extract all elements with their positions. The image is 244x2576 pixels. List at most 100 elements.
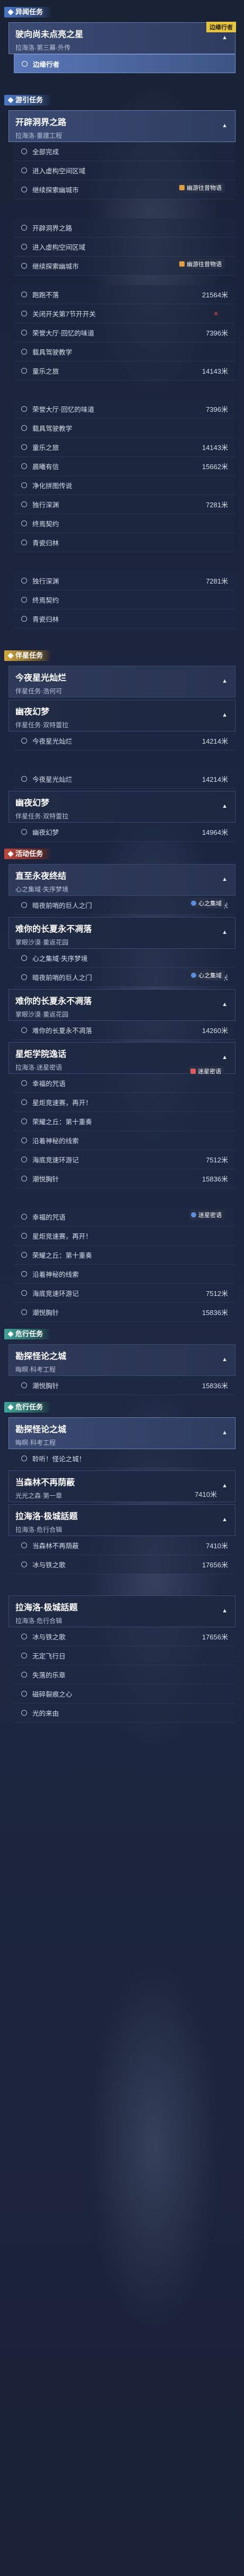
task-item[interactable]: 当森林不再荫蔽 7410米 <box>14 1536 236 1555</box>
mission-card[interactable]: 幽夜幻梦 伴星任务·双特蕾拉 ▲ <box>8 791 236 823</box>
mission-card[interactable]: 勘探怪论之城 晦暝·科考工程 ▲ <box>8 1344 236 1376</box>
task-item[interactable]: 继续探索幽城市 幽游往昔物语 <box>14 257 236 276</box>
chevron-up-icon[interactable]: ▲ <box>222 712 228 718</box>
task-item[interactable]: 跑跑不落 21564米 <box>14 285 236 304</box>
task-item[interactable]: 开辟洞界之路 <box>14 218 236 237</box>
task-item[interactable]: 童乐之旅 14143米 <box>14 438 236 457</box>
close-icon[interactable]: ✕ <box>213 310 219 317</box>
mission-card[interactable]: 开辟洞界之路 拉海洛·重建工程 ▲ <box>8 110 236 142</box>
task-item[interactable]: 心之集域·失序梦境 <box>14 949 236 968</box>
chevron-up-icon[interactable]: ▲ <box>222 1001 228 1008</box>
task-item[interactable]: 童乐之旅 14143米 <box>14 361 236 381</box>
task-item[interactable]: 终焉契约 <box>14 590 236 610</box>
task-item[interactable]: 无定飞行日 <box>14 1646 236 1665</box>
mission-card[interactable]: 星炬学院逸话 拉海洛·迷星密语 ▲ 迷星密语 <box>8 1042 236 1077</box>
mission-card[interactable]: 拉海洛·极城話题 拉海洛·危行合辑 ▲ <box>8 1504 236 1536</box>
task-label: 继续探索幽城市 <box>32 187 79 194</box>
circle-icon <box>21 1562 27 1567</box>
mission-card[interactable]: 当森林不再荫蔽 光光之森·第一章 ▲ 7410米 <box>8 1470 236 1502</box>
task-item[interactable]: 海底竞速环游记 7512米 <box>14 1150 236 1169</box>
task-item[interactable]: 净化拼图传说 <box>14 476 236 495</box>
mission-card[interactable]: 拉海洛·极城話题 拉海洛·危行合辑 ▲ <box>8 1595 236 1627</box>
mission-card[interactable]: 直至永夜终结 心之集域·失序梦境 ▲ <box>8 864 236 896</box>
circle-icon <box>21 244 27 250</box>
circle-icon <box>21 1382 27 1388</box>
chevron-up-icon[interactable]: ▲ <box>222 1430 228 1436</box>
task-item[interactable]: 星炬竞速赛，再开！ <box>14 1093 236 1112</box>
chevron-up-icon[interactable]: ▲ <box>222 1356 228 1363</box>
task-item[interactable]: 难你的长夏永不凋落 14260米 <box>14 1021 236 1040</box>
task-item[interactable]: 进入虚构空间区域 <box>14 237 236 257</box>
task-item[interactable]: 聆听！怪论之城！ <box>14 1449 236 1468</box>
task-label: 星炬竞速赛，再开！ <box>32 1233 92 1240</box>
task-item[interactable]: 冰与铁之歌 17656米 <box>14 1555 236 1574</box>
mission-title: 当森林不再荫蔽 <box>15 1478 75 1487</box>
chevron-up-icon[interactable]: ▲ <box>222 876 228 883</box>
task-item[interactable]: 沿着神秘的线索 <box>14 1265 236 1284</box>
chevron-up-icon[interactable]: ▲ <box>222 678 228 684</box>
task-item[interactable]: 终焉契约 <box>14 514 236 533</box>
task-item[interactable]: 青瓷归林 <box>14 610 236 629</box>
mission-card[interactable]: 驶向尚未点亮之星 拉海洛·第三幕·外传 ▲ 边缘行者 <box>8 22 236 54</box>
task-item[interactable]: 潮悦胸针 15836米 <box>14 1169 236 1188</box>
circle-icon <box>21 829 27 835</box>
circle-icon <box>21 330 27 336</box>
task-item[interactable]: 光的来由 <box>14 1704 236 1723</box>
circle-icon <box>21 368 27 374</box>
task-label: 进入虚构空间区域 <box>32 244 86 251</box>
task-label: 暗夜前哨的巨人之门 <box>32 902 92 910</box>
task-item[interactable]: 边缘行者 <box>14 54 236 73</box>
task-item[interactable]: 全部完成 <box>14 142 236 161</box>
task-label: 终焉契约 <box>32 597 59 604</box>
chevron-up-icon[interactable]: ▲ <box>222 122 228 129</box>
task-item[interactable]: 磁碎裂痕之心 <box>14 1684 236 1704</box>
task-item[interactable]: 独行深渊 7281米 <box>14 495 236 514</box>
task-item[interactable]: 载具驾驶教学 <box>14 342 236 361</box>
task-label: 潮悦胸针 <box>32 1176 59 1183</box>
task-item[interactable]: 青瓷归林 <box>14 533 236 552</box>
task-item[interactable]: 继续探索幽城市 幽游往昔物语 <box>14 180 236 199</box>
task-item[interactable]: 潮悦胸针 15836米 <box>14 1376 236 1395</box>
task-item[interactable]: 幸福的咒语 迷星密语 <box>14 1207 236 1227</box>
task-item[interactable]: 暗夜前哨的巨人之门9064米心之集域 <box>14 968 236 987</box>
chevron-up-icon[interactable]: ▲ <box>222 1516 228 1523</box>
chevron-up-icon[interactable]: ▲ <box>222 34 228 41</box>
chevron-up-icon[interactable]: ▲ <box>222 803 228 809</box>
task-item[interactable]: 荣耀之丘：第十重奏 <box>14 1246 236 1265</box>
chevron-up-icon[interactable]: ▲ <box>222 1054 228 1061</box>
mission-card[interactable]: 难你的长夏永不凋落 掌眼沙漠·重返花园 ▲ <box>8 917 236 949</box>
mission-card[interactable]: 今夜星光灿烂 伴星任务·浩何可 ▲ <box>8 666 236 698</box>
task-item[interactable]: 冰与铁之歌 17656米 <box>14 1627 236 1646</box>
task-item[interactable]: 独行深渊 7281米 <box>14 571 236 590</box>
task-item[interactable]: 潮悦胸针 15836米 <box>14 1303 236 1322</box>
mission-card[interactable]: 勘探怪论之城 晦暝·科考工程 ▲ <box>8 1417 236 1449</box>
chevron-up-icon[interactable]: ▲ <box>222 1483 228 1489</box>
task-item[interactable]: 荣誉大厅·回忆的味道 7396米 <box>14 400 236 419</box>
task-distance: 14143米 <box>202 444 228 452</box>
task-item[interactable]: 海底竞速环游记 7512米 <box>14 1284 236 1303</box>
task-item[interactable]: 荣誉大厅·回忆的味道 7396米 <box>14 323 236 342</box>
task-item[interactable]: 今夜星光灿烂 14214米 <box>14 770 236 789</box>
chevron-up-icon[interactable]: ▲ <box>222 929 228 936</box>
section-tag: 异闻任务 <box>4 7 52 17</box>
task-item[interactable]: 荣耀之丘：第十重奏 <box>14 1112 236 1131</box>
task-item[interactable]: 星炬竞速赛，再开！ <box>14 1227 236 1246</box>
task-item[interactable]: 暗夜前哨的巨人之门9064米心之集域 <box>14 896 236 915</box>
task-item[interactable]: 沿着神秘的线索 <box>14 1131 236 1150</box>
task-item[interactable]: 今夜星光灿烂 14214米 <box>14 731 236 751</box>
mission-card[interactable]: 幽夜幻梦 伴星任务·双特蕾拉 ▲ <box>8 700 236 731</box>
task-label: 独行深渊 <box>32 578 59 585</box>
task-item[interactable]: 载具驾驶教学 <box>14 419 236 438</box>
mission-card[interactable]: 难你的长夏永不凋落 掌眼沙漠·重返花园 ▲ <box>8 989 236 1021</box>
task-item[interactable]: 进入虚构空间区域 <box>14 161 236 180</box>
task-item[interactable]: 关闭开关第7节开开关 ✕ <box>14 304 236 323</box>
task-item[interactable]: 幽夜幻梦 14964米 <box>14 823 236 842</box>
chevron-up-icon[interactable]: ▲ <box>222 1608 228 1614</box>
task-item[interactable]: 失落的乐章 <box>14 1665 236 1684</box>
task-item[interactable]: 幸福的咒语 <box>14 1074 236 1093</box>
task-item[interactable]: 晨曦有信 15662米 <box>14 457 236 476</box>
task-label: 边缘行者 <box>33 60 60 68</box>
